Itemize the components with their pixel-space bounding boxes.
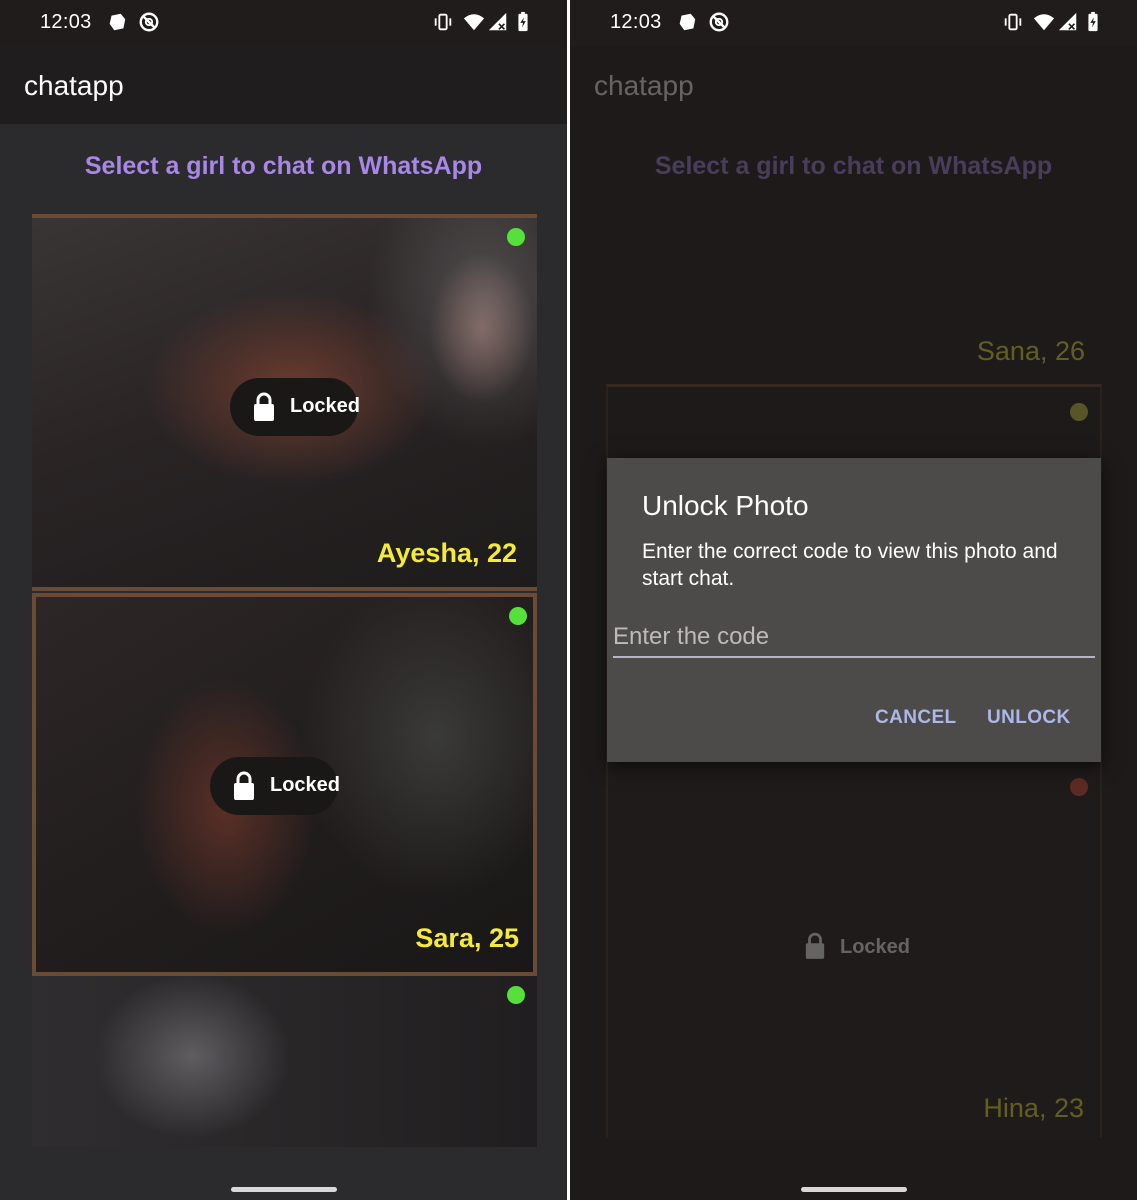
online-status-dot	[1070, 403, 1088, 421]
profile-card[interactable]: Locked Hina, 23	[606, 766, 1102, 1138]
app-notification-icon	[109, 13, 126, 31]
locked-label: Locked	[840, 936, 911, 958]
battery-icon	[518, 11, 528, 32]
lock-icon	[254, 392, 274, 421]
unlock-dialog: Unlock Photo Enter the correct code to v…	[607, 458, 1101, 762]
vibrate-icon	[434, 13, 452, 31]
status-bar: 12:03	[570, 0, 1137, 46]
do-not-disturb-icon	[709, 12, 729, 32]
cell-signal-icon	[488, 12, 507, 31]
profile-name: Ayesha, 22	[376, 538, 517, 568]
locked-label: Locked	[270, 774, 341, 796]
dialog-title: Unlock Photo	[642, 490, 809, 521]
online-status-dot	[1070, 778, 1088, 796]
wifi-icon	[1033, 14, 1055, 31]
app-bar: chatapp	[0, 46, 567, 124]
battery-icon	[1088, 11, 1098, 32]
status-bar: 12:03	[0, 0, 567, 46]
profile-name: Hina, 23	[983, 1093, 1084, 1123]
profile-name: Sana, 26	[976, 336, 1085, 366]
wifi-icon	[463, 14, 485, 31]
status-time: 12:03	[610, 11, 662, 33]
online-status-dot	[507, 228, 525, 246]
unlock-button[interactable]: UNLOCK	[987, 707, 1071, 729]
app-notification-icon	[679, 13, 696, 31]
page-heading: Select a girl to chat on WhatsApp	[654, 152, 1053, 180]
cancel-button[interactable]: CANCEL	[875, 707, 957, 729]
vibrate-icon	[1004, 13, 1022, 31]
app-title: chatapp	[594, 70, 694, 101]
locked-label: Locked	[290, 395, 361, 417]
lock-icon	[234, 771, 254, 800]
profile-card[interactable]	[32, 972, 537, 1147]
cell-signal-icon	[1058, 12, 1077, 31]
app-title: chatapp	[24, 70, 124, 101]
locked-badge[interactable]: Locked	[210, 757, 341, 815]
online-status-dot	[509, 607, 527, 625]
page-heading: Select a girl to chat on WhatsApp	[84, 152, 483, 180]
phone-screen-right: 12:03 chatapp Select a girl to chat on W…	[570, 0, 1137, 1200]
locked-badge[interactable]: Locked	[230, 378, 361, 436]
gesture-nav-handle[interactable]	[231, 1187, 337, 1192]
profile-name: Sara, 25	[415, 923, 519, 953]
lock-icon	[805, 932, 825, 959]
online-status-dot	[507, 986, 525, 1004]
code-input[interactable]	[613, 618, 1095, 658]
gesture-nav-handle[interactable]	[801, 1187, 907, 1192]
dialog-message: Enter the correct code to view this phot…	[642, 540, 1058, 590]
profile-photo	[32, 976, 537, 1147]
phone-screen-left: 12:03 chatapp Select a girl to chat on W…	[0, 0, 567, 1200]
status-time: 12:03	[40, 11, 92, 33]
profile-card[interactable]: Locked Sara, 25	[32, 593, 537, 976]
profile-card[interactable]: Locked Ayesha, 22	[32, 214, 537, 591]
do-not-disturb-icon	[139, 12, 159, 32]
